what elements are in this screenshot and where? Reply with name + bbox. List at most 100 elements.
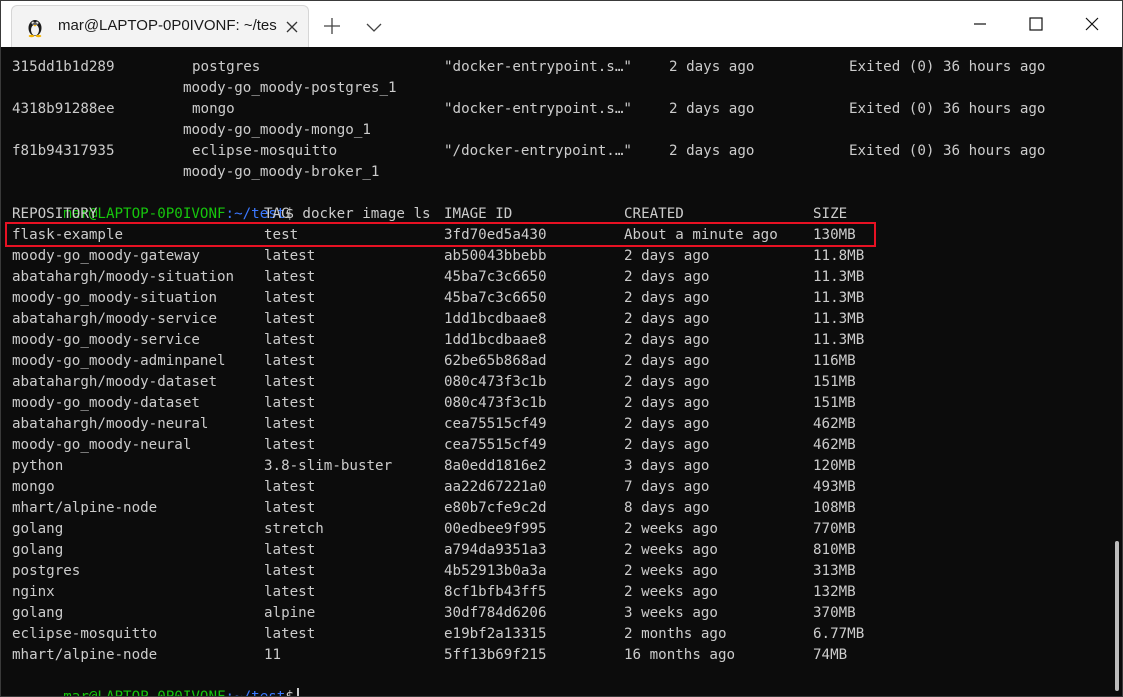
close-icon xyxy=(1085,17,1099,31)
image-tag: stretch xyxy=(264,521,324,537)
image-created: 2 weeks ago xyxy=(624,584,718,600)
image-id: e19bf2a13315 xyxy=(444,626,547,642)
image-created: 2 days ago xyxy=(624,353,710,369)
image-tag: latest xyxy=(264,353,316,369)
image-created: 2 months ago xyxy=(624,626,727,642)
image-id: 080c473f3c1b xyxy=(444,395,547,411)
container-id: f81b94317935 xyxy=(12,143,115,159)
image-created: 3 days ago xyxy=(624,458,710,474)
image-repository: moody-go_moody-neural xyxy=(12,437,192,453)
image-size: 108MB xyxy=(813,500,856,516)
image-id: 5ff13b69f215 xyxy=(444,647,547,663)
image-repository: golang xyxy=(12,542,64,558)
tab-title: mar@LAPTOP-0P0IVONF: ~/tes xyxy=(58,17,277,34)
image-tag: latest xyxy=(264,479,316,495)
image-created: 2 days ago xyxy=(624,269,710,285)
minimize-button[interactable] xyxy=(952,1,1008,47)
close-tab-icon[interactable] xyxy=(282,17,302,37)
container-image: mongo xyxy=(192,101,235,117)
image-row: eclipse-mosquitto latest e19bf2a13315 2 mon… xyxy=(12,624,1113,645)
container-status: Exited (0) 36 hours ago xyxy=(849,101,1046,117)
image-created: 2 days ago xyxy=(624,437,710,453)
plus-icon[interactable] xyxy=(321,15,343,37)
image-size: 11.3MB xyxy=(813,311,865,327)
image-row: golang alpine 30df784d6206 3 weeks ago 370MB xyxy=(12,603,1113,624)
image-id: 8a0edd1816e2 xyxy=(444,458,547,474)
image-row: moody-go_moody-neural latest cea75515cf49 2… xyxy=(12,435,1113,456)
image-row: golang stretch 00edbee9f995 2 weeks ago 770M… xyxy=(12,519,1113,540)
image-repository: mhart/alpine-node xyxy=(12,500,158,516)
chevron-down-icon[interactable] xyxy=(364,17,384,37)
image-created: 16 months ago xyxy=(624,647,736,663)
image-tag: latest xyxy=(264,416,316,432)
maximize-button[interactable] xyxy=(1008,1,1064,47)
image-repository: python xyxy=(12,458,64,474)
image-repository: eclipse-mosquitto xyxy=(12,626,158,642)
container-id: 4318b91288ee xyxy=(12,101,115,117)
container-name: moody-go_moody-mongo_1 xyxy=(183,122,371,138)
image-tag: latest xyxy=(264,542,316,558)
container-created: 2 days ago xyxy=(669,101,755,117)
image-tag: latest xyxy=(264,248,316,264)
container-command: "docker-entrypoint.s…" xyxy=(444,59,632,75)
container-created: 2 days ago xyxy=(669,59,755,75)
image-row: golang latest a794da9351a3 2 weeks ago 810MB xyxy=(12,540,1113,561)
image-row: mhart/alpine-node 11 5ff13b69f215 16 months… xyxy=(12,645,1113,666)
container-command: "docker-entrypoint.s…" xyxy=(444,101,632,117)
image-repository: abatahargh/moody-dataset xyxy=(12,374,217,390)
scrollbar-thumb[interactable] xyxy=(1115,541,1119,691)
image-tag: latest xyxy=(264,311,316,327)
image-id: 45ba7c3c6650 xyxy=(444,269,547,285)
image-row: postgres latest 4b52913b0a3a 2 weeks ago 313… xyxy=(12,561,1113,582)
image-row: python 3.8-slim-buster 8a0edd1816e2 3 days … xyxy=(12,456,1113,477)
image-tag: latest xyxy=(264,500,316,516)
text-cursor xyxy=(296,688,299,696)
image-id: ab50043bbebb xyxy=(444,248,547,264)
image-id: 45ba7c3c6650 xyxy=(444,290,547,306)
image-id: e80b7cfe9c2d xyxy=(444,500,547,516)
image-size: 370MB xyxy=(813,605,856,621)
image-id: 1dd1bcdbaae8 xyxy=(444,311,547,327)
image-repository: golang xyxy=(12,521,64,537)
image-row: abatahargh/moody-situation latest 45ba7c3c… xyxy=(12,267,1113,288)
container-status: Exited (0) 36 hours ago xyxy=(849,143,1046,159)
image-repository: moody-go_moody-situation xyxy=(12,290,217,306)
image-size: 74MB xyxy=(813,647,848,663)
image-tag: latest xyxy=(264,626,316,642)
image-repository: postgres xyxy=(12,563,81,579)
image-id: 00edbee9f995 xyxy=(444,521,547,537)
image-tag: 3.8-slim-buster xyxy=(264,458,393,474)
image-tag: latest xyxy=(264,395,316,411)
image-repository: abatahargh/moody-situation xyxy=(12,269,235,285)
image-id: 080c473f3c1b xyxy=(444,374,547,390)
image-size: 11.8MB xyxy=(813,248,865,264)
image-repository: mongo xyxy=(12,479,55,495)
container-name-row: moody-go_moody-broker_1 xyxy=(12,162,1113,183)
container-row: f81b94317935 eclipse-mosquitto "/docker-… xyxy=(12,141,1113,162)
command-line: mar@LAPTOP-0P0IVONF:~/test$ docker image… xyxy=(12,183,1113,222)
image-row: moody-go_moody-adminpanel latest 62be65b86… xyxy=(12,351,1113,372)
image-created: 2 days ago xyxy=(624,311,710,327)
image-row: nginx latest 8cf1bfb43ff5 2 weeks ago 132MB xyxy=(12,582,1113,603)
image-created: 2 days ago xyxy=(624,290,710,306)
image-tag: latest xyxy=(264,269,316,285)
container-row: 315dd1b1d289 postgres "docker-entrypoint… xyxy=(12,57,1113,78)
image-created: 7 days ago xyxy=(624,479,710,495)
close-window-button[interactable] xyxy=(1064,1,1120,47)
image-row: moody-go_moody-service latest 1dd1bcdbaae8… xyxy=(12,330,1113,351)
terminal-output[interactable]: 315dd1b1d289 postgres "docker-entrypoint… xyxy=(1,57,1113,696)
image-row: abatahargh/moody-service latest 1dd1bcdbaa… xyxy=(12,309,1113,330)
image-created: 2 weeks ago xyxy=(624,542,718,558)
terminal-tab[interactable]: mar@LAPTOP-0P0IVONF: ~/tes xyxy=(11,5,309,47)
container-id: 315dd1b1d289 xyxy=(12,59,115,75)
image-tag: latest xyxy=(264,332,316,348)
image-size: 120MB xyxy=(813,458,856,474)
image-size: 493MB xyxy=(813,479,856,495)
image-tag: latest xyxy=(264,290,316,306)
image-size: 151MB xyxy=(813,395,856,411)
image-tag: 11 xyxy=(264,647,282,663)
container-name: moody-go_moody-broker_1 xyxy=(183,164,380,180)
image-tag: latest xyxy=(264,374,316,390)
image-size: 462MB xyxy=(813,437,856,453)
image-repository: abatahargh/moody-neural xyxy=(12,416,209,432)
